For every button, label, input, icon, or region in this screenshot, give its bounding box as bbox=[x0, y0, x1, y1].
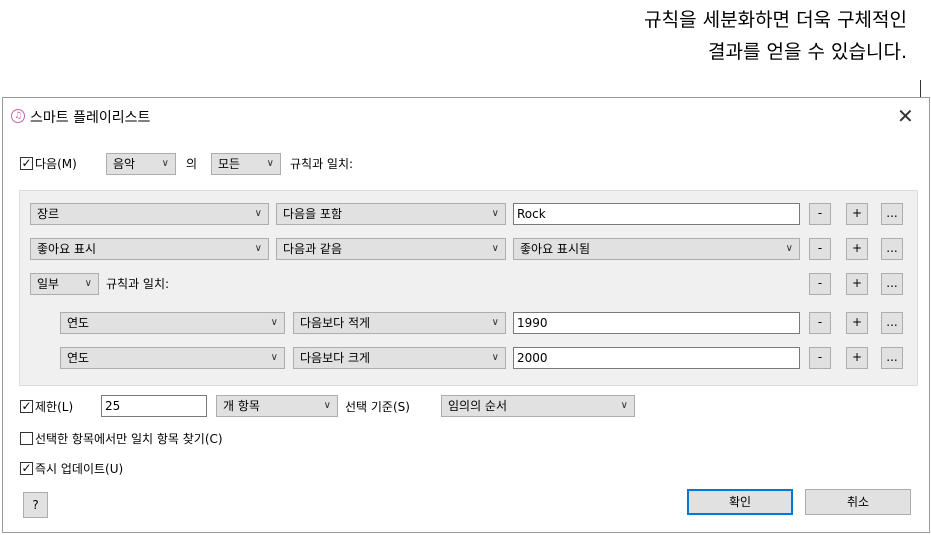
chevron-down-icon: ∨ bbox=[161, 158, 169, 169]
match-rule-suffix: 규칙과 일치: bbox=[290, 157, 354, 171]
nested-rule-1-remove-button[interactable]: - bbox=[809, 312, 831, 334]
rule-1-add-button[interactable]: + bbox=[846, 203, 868, 225]
chevron-down-icon: ∨ bbox=[491, 243, 499, 254]
media-kind-value: 음악 bbox=[113, 157, 136, 171]
chevron-down-icon: ∨ bbox=[491, 208, 499, 219]
live-updating-label: 즉시 업데이트(U) bbox=[35, 462, 124, 476]
match-scope-value: 모든 bbox=[218, 157, 241, 171]
match-checked-only-label: 선택한 항목에서만 일치 항목 찾기(C) bbox=[35, 432, 223, 446]
chevron-down-icon: ∨ bbox=[491, 352, 499, 363]
chevron-down-icon: ∨ bbox=[491, 317, 499, 328]
match-checked-only-checkbox[interactable] bbox=[20, 432, 33, 445]
nested-rule-2-field-value: 연도 bbox=[67, 351, 90, 365]
nested-rule-1-operator-value: 다음보다 적게 bbox=[300, 316, 371, 330]
chevron-down-icon: ∨ bbox=[254, 243, 262, 254]
rule-2-value-select[interactable]: 좋아요 표시됨 ∨ bbox=[513, 238, 800, 260]
nested-scope-select[interactable]: 일부 ∨ bbox=[30, 273, 99, 295]
callout-line-1: 규칙을 세분화하면 더욱 구체적인 bbox=[644, 9, 907, 31]
rule-1-operator-value: 다음을 포함 bbox=[283, 207, 343, 221]
help-button[interactable]: ? bbox=[23, 492, 48, 518]
rule-2-field-value: 좋아요 표시 bbox=[37, 242, 97, 256]
title-bar: ♫ 스마트 플레이리스트 ✕ bbox=[3, 98, 929, 136]
selected-by-select[interactable]: 임의의 순서 ∨ bbox=[441, 395, 635, 417]
music-note-icon: ♫ bbox=[11, 109, 25, 123]
rule-2-value: 좋아요 표시됨 bbox=[520, 242, 591, 256]
rule-2-field-select[interactable]: 좋아요 표시 ∨ bbox=[30, 238, 269, 260]
window-title: 스마트 플레이리스트 bbox=[30, 110, 151, 126]
limit-checkbox[interactable]: ✓ bbox=[20, 400, 33, 413]
nested-rule-2-more-button[interactable]: ... bbox=[881, 347, 903, 369]
rule-1-operator-select[interactable]: 다음을 포함 ∨ bbox=[276, 203, 506, 225]
rule-2-add-button[interactable]: + bbox=[846, 238, 868, 260]
chevron-down-icon: ∨ bbox=[620, 400, 628, 411]
callout-line-2: 결과를 얻을 수 있습니다. bbox=[708, 41, 907, 63]
nested-rule-1-operator-select[interactable]: 다음보다 적게 ∨ bbox=[293, 312, 506, 334]
of-label: 의 bbox=[186, 157, 198, 171]
limit-label: 제한(L) bbox=[35, 400, 74, 414]
nested-rule-2-operator-value: 다음보다 크게 bbox=[300, 351, 371, 365]
nested-rule-suffix: 규칙과 일치: bbox=[106, 277, 170, 291]
chevron-down-icon: ∨ bbox=[254, 208, 262, 219]
smart-playlist-dialog: ♫ 스마트 플레이리스트 ✕ ✓ 다음(M) 음악 ∨ 의 모든 ∨ 규칙과 일… bbox=[2, 97, 930, 533]
nested-more-button[interactable]: ... bbox=[881, 273, 903, 295]
rule-2-more-button[interactable]: ... bbox=[881, 238, 903, 260]
rule-2-operator-select[interactable]: 다음과 같음 ∨ bbox=[276, 238, 506, 260]
selected-by-label: 선택 기준(S) bbox=[345, 400, 410, 414]
live-updating-checkbox[interactable]: ✓ bbox=[20, 462, 33, 475]
nested-rule-1-value-input[interactable]: 1990 bbox=[513, 312, 800, 334]
nested-remove-button[interactable]: - bbox=[809, 273, 831, 295]
selected-by-value: 임의의 순서 bbox=[448, 399, 508, 413]
limit-unit-value: 개 항목 bbox=[223, 399, 260, 413]
limit-count-input[interactable]: 25 bbox=[101, 395, 207, 417]
rule-1-field-select[interactable]: 장르 ∨ bbox=[30, 203, 269, 225]
chevron-down-icon: ∨ bbox=[270, 352, 278, 363]
rules-panel: 장르 ∨ 다음을 포함 ∨ Rock - + ... 좋아요 표시 ∨ 다음과 … bbox=[19, 190, 918, 386]
rule-2-remove-button[interactable]: - bbox=[809, 238, 831, 260]
ok-button[interactable]: 확인 bbox=[687, 489, 793, 515]
nested-add-button[interactable]: + bbox=[846, 273, 868, 295]
nested-rule-1-field-value: 연도 bbox=[67, 316, 90, 330]
chevron-down-icon: ∨ bbox=[84, 278, 92, 289]
rule-1-remove-button[interactable]: - bbox=[809, 203, 831, 225]
rule-1-field-value: 장르 bbox=[37, 207, 60, 221]
rule-1-more-button[interactable]: ... bbox=[881, 203, 903, 225]
cancel-button[interactable]: 취소 bbox=[805, 489, 911, 515]
rule-2-operator-value: 다음과 같음 bbox=[283, 242, 343, 256]
chevron-down-icon: ∨ bbox=[266, 158, 274, 169]
nested-scope-value: 일부 bbox=[37, 277, 60, 291]
nested-rule-2-field-select[interactable]: 연도 ∨ bbox=[60, 347, 285, 369]
limit-unit-select[interactable]: 개 항목 ∨ bbox=[216, 395, 338, 417]
nested-rule-2-add-button[interactable]: + bbox=[846, 347, 868, 369]
chevron-down-icon: ∨ bbox=[323, 400, 331, 411]
match-checkbox-label: 다음(M) bbox=[35, 157, 77, 171]
nested-rule-2-remove-button[interactable]: - bbox=[809, 347, 831, 369]
rule-1-value-input[interactable]: Rock bbox=[513, 203, 800, 225]
nested-rule-2-operator-select[interactable]: 다음보다 크게 ∨ bbox=[293, 347, 506, 369]
match-scope-select[interactable]: 모든 ∨ bbox=[211, 153, 281, 175]
nested-rule-1-field-select[interactable]: 연도 ∨ bbox=[60, 312, 285, 334]
match-checkbox[interactable]: ✓ bbox=[20, 157, 33, 170]
close-icon[interactable]: ✕ bbox=[897, 104, 914, 128]
chevron-down-icon: ∨ bbox=[270, 317, 278, 328]
callout-annotation: 규칙을 세분화하면 더욱 구체적인 결과를 얻을 수 있습니다. bbox=[501, 4, 921, 68]
nested-rule-1-add-button[interactable]: + bbox=[846, 312, 868, 334]
media-kind-select[interactable]: 음악 ∨ bbox=[106, 153, 176, 175]
nested-rule-1-more-button[interactable]: ... bbox=[881, 312, 903, 334]
nested-rule-2-value-input[interactable]: 2000 bbox=[513, 347, 800, 369]
chevron-down-icon: ∨ bbox=[785, 243, 793, 254]
